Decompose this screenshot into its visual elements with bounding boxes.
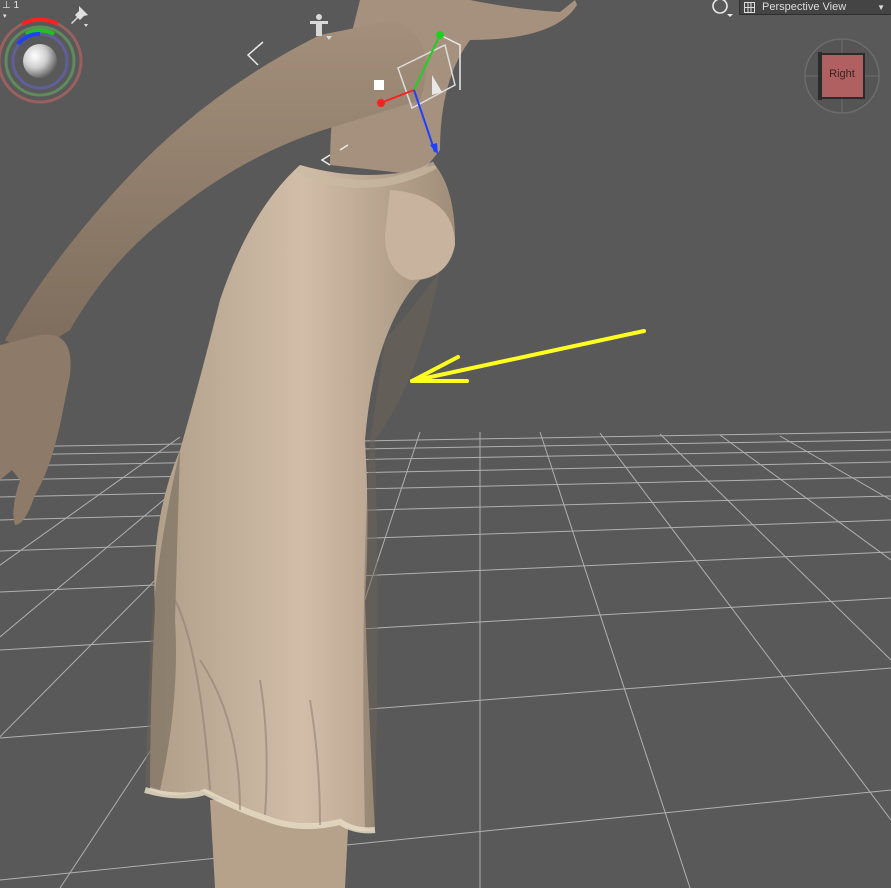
figure-model[interactable] <box>0 0 577 888</box>
view-cube-label-layer[interactable]: Right <box>804 38 880 114</box>
camera-selector-icon: ⊥ <box>2 0 11 11</box>
chevron-down-icon: ▾ <box>3 13 7 20</box>
camera-selector[interactable]: ⊥ 1 ▾ <box>2 1 19 22</box>
cube-face-label: Right <box>829 68 855 80</box>
light-bulb-icon[interactable] <box>710 0 736 18</box>
orbit-sphere[interactable] <box>23 44 57 78</box>
camera-orbit-control[interactable] <box>0 17 83 104</box>
camera-index-label: 1 <box>13 0 20 11</box>
view-layout-icon <box>744 2 755 13</box>
scene-canvas[interactable] <box>0 0 891 888</box>
view-toolbar: Perspective View ▼ <box>709 0 891 18</box>
floor-grid <box>0 431 891 888</box>
annotation-arrow <box>410 329 646 383</box>
view-select-dropdown[interactable]: Perspective View ▼ <box>739 0 891 15</box>
pin-icon[interactable] <box>71 6 88 27</box>
3d-viewport[interactable]: ⊥ 1 ▾ Perspective View ▼ Right <box>0 0 891 888</box>
view-name-label: Perspective View <box>762 1 847 13</box>
chevron-down-icon: ▼ <box>877 3 885 12</box>
y-axis-tip[interactable] <box>436 31 444 39</box>
gizmo-scale-handle[interactable] <box>374 80 384 90</box>
x-axis-tip[interactable] <box>377 99 385 107</box>
